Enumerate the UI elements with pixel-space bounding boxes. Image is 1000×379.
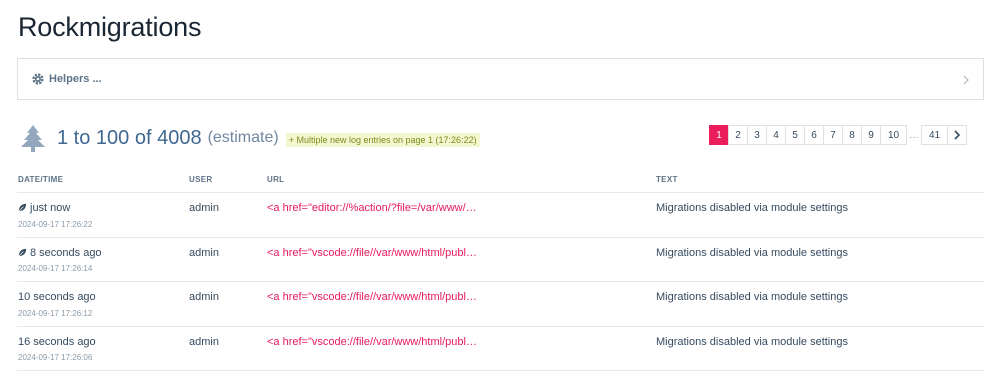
page-10-button[interactable]: 10 [880,125,907,145]
row-user: admin [189,202,219,214]
row-relative-time: 16 seconds ago [18,336,96,348]
row-relative-time: 8 seconds ago [30,247,102,259]
pagination: 1 2 3 4 5 6 7 8 9 10 … 41 [709,125,967,145]
row-divider [17,370,984,371]
page-9-button[interactable]: 9 [861,125,881,145]
row-timestamp: 2024-09-17 17:26:22 [18,220,93,229]
page-6-button[interactable]: 6 [804,125,824,145]
row-user: admin [189,247,219,259]
column-header-url[interactable]: URL [267,175,284,184]
leaf-icon [18,203,27,212]
row-url-link[interactable]: <a href="vscode://file//var/www/html/pub… [267,336,477,348]
row-url-link[interactable]: <a href="vscode://file//var/www/html/pub… [267,291,477,303]
next-page-button[interactable] [947,125,967,145]
estimate-label: (estimate) [207,129,279,146]
row-text: Migrations disabled via module settings [656,247,848,259]
row-timestamp: 2024-09-17 17:26:06 [18,353,93,362]
tree-icon [20,124,46,152]
page-2-button[interactable]: 2 [728,125,748,145]
leaf-icon [18,248,27,257]
new-entries-notice: + Multiple new log entries on page 1 (17… [285,133,480,147]
row-text: Migrations disabled via module settings [656,202,848,214]
page-title: Rockmigrations [18,12,202,42]
pagination-ellipsis: … [907,125,921,145]
page-4-button[interactable]: 4 [766,125,786,145]
row-time: just now [18,202,70,214]
page-3-button[interactable]: 3 [747,125,767,145]
row-divider [17,281,984,282]
gear-icon [31,72,45,86]
page-8-button[interactable]: 8 [842,125,862,145]
row-url-link[interactable]: <a href="vscode://file//var/www/html/pub… [267,247,477,259]
row-user: admin [189,291,219,303]
page-1-button[interactable]: 1 [709,125,729,145]
page-last-button[interactable]: 41 [921,125,948,145]
page-7-button[interactable]: 7 [823,125,843,145]
row-text: Migrations disabled via module settings [656,336,848,348]
page-5-button[interactable]: 5 [785,125,805,145]
row-divider [17,326,984,327]
chevron-right-icon [961,73,971,85]
helpers-label: Helpers ... [49,73,102,85]
column-header-datetime[interactable]: DATE/TIME [18,175,63,184]
row-divider [17,237,984,238]
helpers-accordion[interactable]: Helpers ... [17,58,984,100]
log-summary: 1 to 100 of 4008 (estimate) + Multiple n… [20,124,480,152]
chevron-right-icon [954,130,961,140]
column-header-user[interactable]: USER [189,175,212,184]
row-relative-time: 10 seconds ago [18,291,96,303]
row-url-link[interactable]: <a href="editor://%action/?file=/var/www… [267,202,477,214]
row-relative-time: just now [30,202,71,214]
header-divider [17,192,984,193]
entry-count: 1 to 100 of 4008 [57,126,202,149]
row-time: 8 seconds ago [18,247,102,259]
column-header-text[interactable]: TEXT [656,175,678,184]
row-user: admin [189,336,219,348]
row-text: Migrations disabled via module settings [656,291,848,303]
row-timestamp: 2024-09-17 17:26:14 [18,264,93,273]
row-timestamp: 2024-09-17 17:26:12 [18,309,93,318]
